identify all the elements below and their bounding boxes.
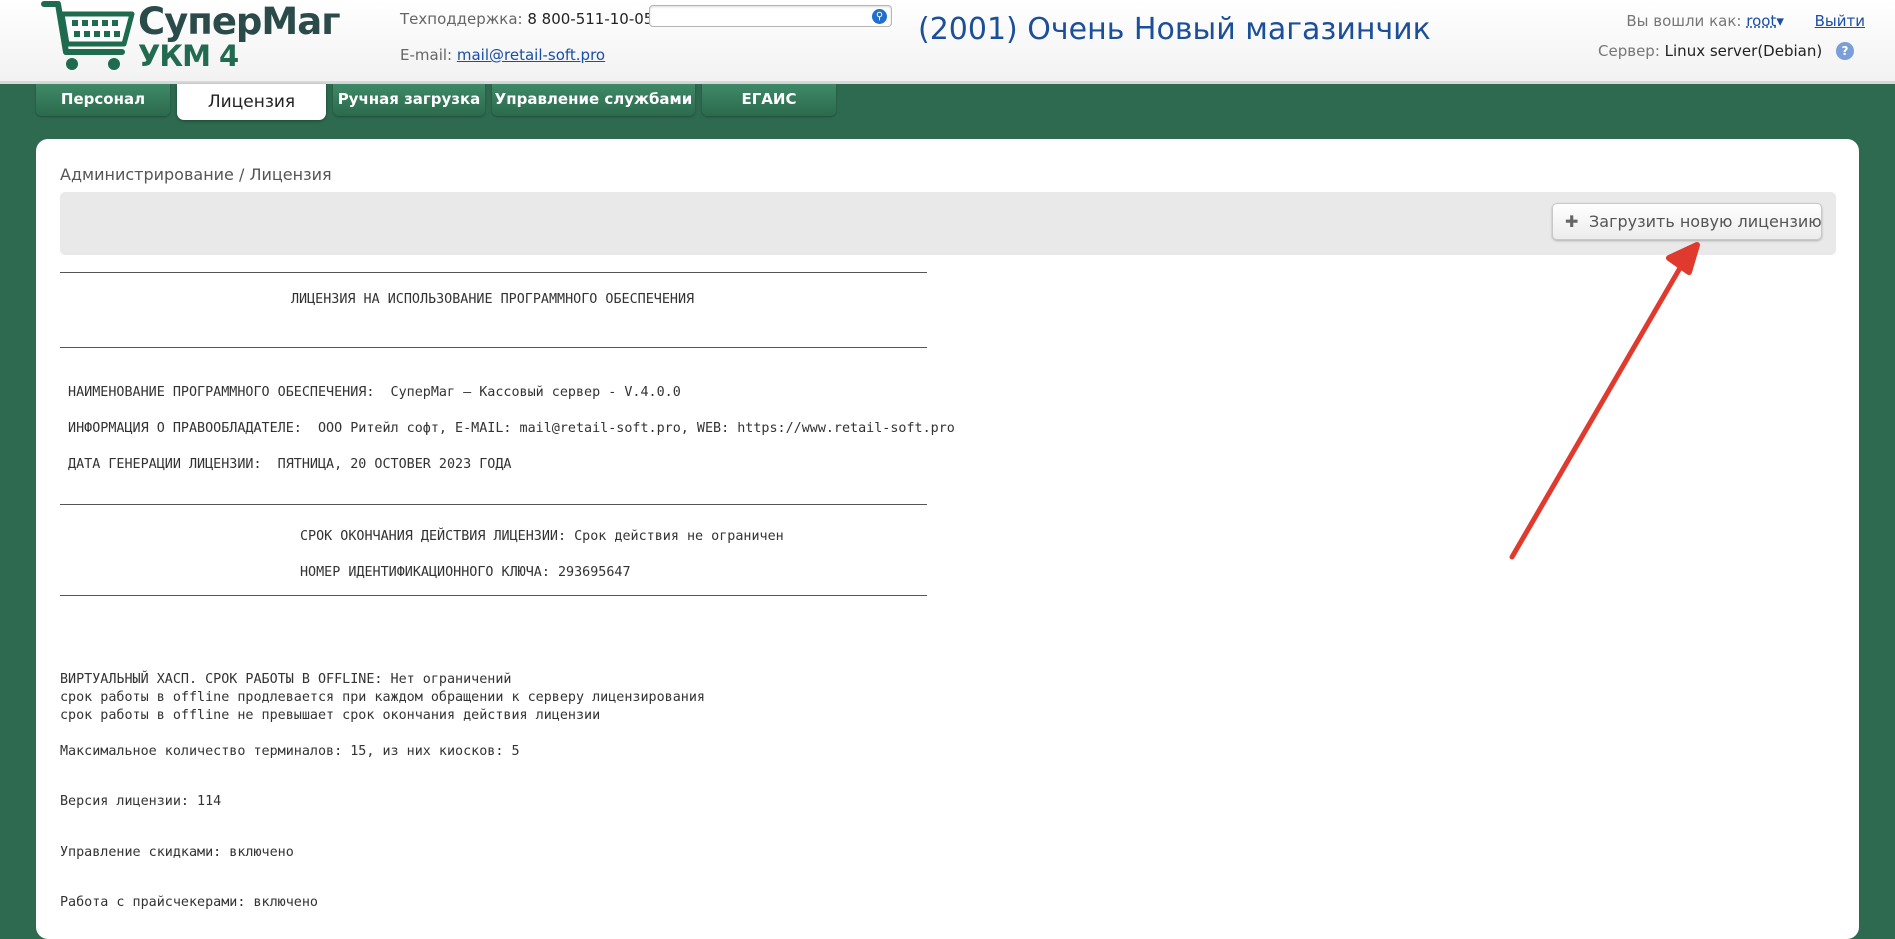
annotation-arrow-icon: [1509, 242, 1700, 560]
